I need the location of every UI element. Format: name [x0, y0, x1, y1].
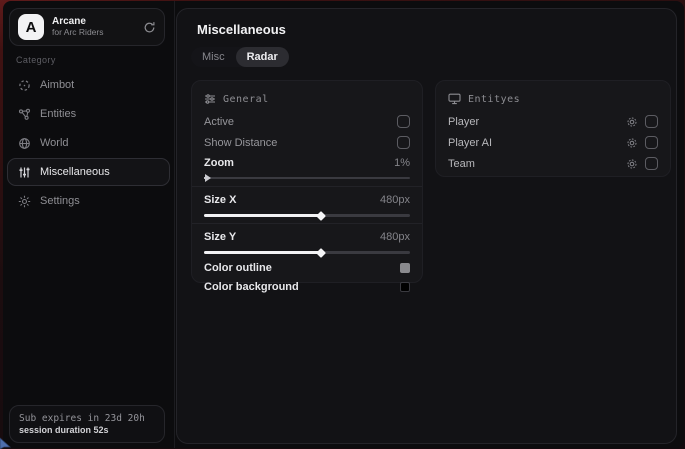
main-panel: Miscellaneous Misc Radar General Active: [176, 8, 677, 444]
active-checkbox[interactable]: [397, 115, 410, 128]
setting-row-size-y: Size Y 480px: [204, 227, 410, 246]
entity-row-player: Player: [448, 111, 658, 132]
zoom-value: 1%: [394, 157, 410, 169]
refresh-icon[interactable]: [143, 21, 156, 34]
sidebar-item-label: World: [40, 137, 69, 149]
size-x-slider-thumb[interactable]: [316, 211, 326, 221]
color-background-swatch[interactable]: [400, 282, 410, 292]
sidebar-item-miscellaneous[interactable]: Miscellaneous: [7, 158, 170, 186]
size-x-slider[interactable]: [204, 209, 410, 220]
sidebar-item-aimbot[interactable]: Aimbot: [7, 71, 170, 99]
tab-bar: Misc Radar: [191, 47, 289, 67]
setting-row-zoom: Zoom 1%: [204, 153, 410, 172]
globe-icon: [18, 137, 31, 150]
setting-row-active: Active: [204, 111, 410, 132]
subscription-card: Sub expires in 23d 20h session duration …: [9, 405, 165, 443]
slider-fill: [204, 251, 321, 254]
gear-icon: [18, 195, 31, 208]
setting-label: Size X: [204, 194, 236, 206]
sliders-icon: [18, 166, 31, 179]
sidebar-item-label: Aimbot: [40, 79, 74, 91]
sidebar-item-label: Entities: [40, 108, 76, 120]
setting-row-show-distance: Show Distance: [204, 132, 410, 153]
player-ai-checkbox[interactable]: [645, 136, 658, 149]
entities-panel: Entityes Player Player AI: [435, 80, 671, 177]
color-outline-swatch[interactable]: [400, 263, 410, 273]
zoom-slider-thumb[interactable]: [205, 174, 211, 182]
entity-settings-gear-icon[interactable]: [626, 158, 638, 170]
zoom-slider[interactable]: [204, 172, 410, 183]
sidebar-nav: Aimbot Entities: [7, 71, 170, 216]
sub-expires-text: Sub expires in 23d 20h: [19, 413, 155, 424]
entities-panel-title: Entityes: [468, 94, 520, 105]
tab-radar[interactable]: Radar: [236, 47, 289, 67]
monitor-icon: [448, 93, 461, 105]
setting-label: Zoom: [204, 157, 234, 169]
brand-subtitle: for Arc Riders: [52, 28, 135, 38]
divider: [192, 223, 422, 224]
sidebar-item-entities[interactable]: Entities: [7, 100, 170, 128]
setting-label: Show Distance: [204, 137, 277, 149]
entity-row-team: Team: [448, 153, 658, 174]
entity-settings-gear-icon[interactable]: [626, 116, 638, 128]
setting-label: Color background: [204, 281, 299, 293]
brand-text: Arcane for Arc Riders: [52, 16, 135, 37]
entity-settings-gear-icon[interactable]: [626, 137, 638, 149]
entities-icon: [18, 108, 31, 121]
setting-row-color-outline: Color outline: [204, 258, 410, 277]
general-panel: General Active Show Distance Zoom 1% Siz…: [191, 80, 423, 283]
entities-panel-header: Entityes: [448, 90, 658, 108]
setting-row-size-x: Size X 480px: [204, 190, 410, 209]
sidebar-item-label: Miscellaneous: [40, 166, 110, 178]
player-checkbox[interactable]: [645, 115, 658, 128]
session-duration-text: session duration 52s: [19, 425, 155, 435]
sidebar: A Arcane for Arc Riders Category: [3, 1, 175, 448]
tab-misc[interactable]: Misc: [191, 47, 236, 67]
sidebar-item-settings[interactable]: Settings: [7, 187, 170, 215]
crosshair-icon: [18, 79, 31, 92]
brand-card: A Arcane for Arc Riders: [9, 8, 165, 46]
brand-logo: A: [18, 14, 44, 40]
sliders-horizontal-icon: [204, 93, 216, 105]
size-x-value: 480px: [380, 194, 410, 206]
entity-row-player-ai: Player AI: [448, 132, 658, 153]
setting-row-color-background: Color background: [204, 277, 410, 296]
slider-fill: [204, 214, 321, 217]
page-title: Miscellaneous: [197, 22, 286, 37]
entity-label: Team: [448, 158, 475, 170]
setting-label: Color outline: [204, 262, 272, 274]
team-checkbox[interactable]: [645, 157, 658, 170]
general-panel-title: General: [223, 94, 269, 105]
mouse-cursor: [0, 435, 12, 449]
size-y-slider[interactable]: [204, 246, 410, 257]
sidebar-item-label: Settings: [40, 195, 80, 207]
entity-label: Player AI: [448, 137, 492, 149]
divider: [192, 186, 422, 187]
show-distance-checkbox[interactable]: [397, 136, 410, 149]
category-label: Category: [16, 55, 56, 65]
size-y-value: 480px: [380, 231, 410, 243]
size-y-slider-thumb[interactable]: [316, 248, 326, 258]
general-panel-header: General: [204, 90, 410, 108]
entity-label: Player: [448, 116, 479, 128]
sidebar-item-world[interactable]: World: [7, 129, 170, 157]
setting-label: Size Y: [204, 231, 236, 243]
app-window: A Arcane for Arc Riders Category: [3, 1, 684, 448]
setting-label: Active: [204, 116, 234, 128]
